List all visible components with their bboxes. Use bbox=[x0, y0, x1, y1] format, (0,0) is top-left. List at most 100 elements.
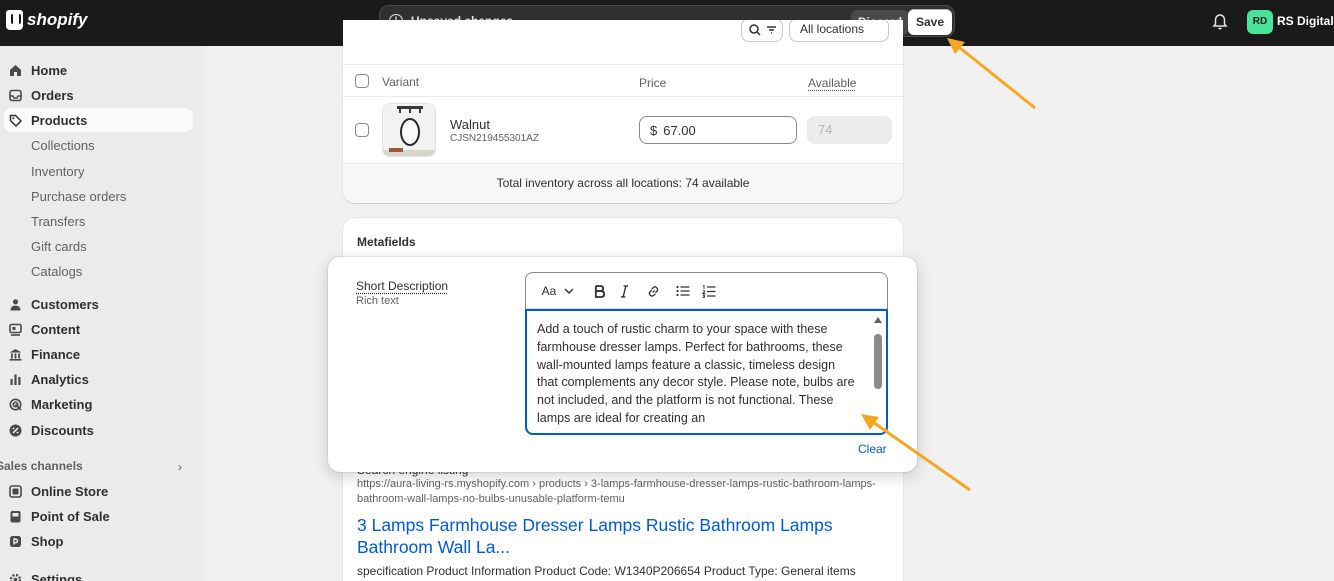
shop-icon bbox=[10, 535, 21, 547]
metafields-title: Metafields bbox=[357, 235, 416, 249]
seo-title: 3 Lamps Farmhouse Dresser Lamps Rustic B… bbox=[357, 515, 833, 557]
italic-button[interactable] bbox=[615, 282, 633, 300]
sidebar-item-customers[interactable]: Customers bbox=[4, 292, 193, 316]
shopify-logo[interactable]: shopify bbox=[6, 10, 87, 30]
metafield-type: Rich text bbox=[356, 295, 399, 307]
avatar[interactable]: RD bbox=[1247, 10, 1273, 34]
sidebar-subitem-purchase-orders[interactable]: Purchase orders bbox=[31, 186, 126, 206]
variant-name[interactable]: Walnut bbox=[450, 117, 490, 132]
metafield-editor-popup: Short Description Rich text Aa Add a tou… bbox=[328, 257, 917, 472]
select-all-checkbox[interactable] bbox=[355, 74, 369, 88]
sidebar-item-label: Shop bbox=[31, 533, 64, 549]
link-icon bbox=[648, 285, 658, 297]
sidebar-item-shop[interactable]: Shop bbox=[4, 529, 193, 553]
sidebar-item-label: Settings bbox=[31, 571, 83, 581]
column-header-variant: Variant bbox=[382, 75, 420, 89]
sidebar-item-label: Customers bbox=[31, 296, 99, 312]
wall-lamp-image bbox=[383, 104, 435, 156]
discount-icon bbox=[9, 424, 22, 436]
sidebar-item-home[interactable]: Home bbox=[4, 58, 193, 82]
sidebar-subitem-catalogs[interactable]: Catalogs bbox=[31, 261, 82, 281]
price-value: 67.00 bbox=[663, 122, 696, 138]
sidebar-item-online-store[interactable]: Online Store bbox=[4, 479, 193, 503]
arrow-to-save-icon bbox=[947, 38, 1036, 110]
variant-thumbnail[interactable] bbox=[382, 103, 436, 157]
numbered-list-icon bbox=[702, 284, 716, 298]
sidebar-subitem-inventory[interactable]: Inventory bbox=[31, 161, 84, 181]
sidebar-item-content[interactable]: Content bbox=[4, 317, 193, 341]
available-input: 74 bbox=[807, 116, 892, 144]
sidebar-item-analytics[interactable]: Analytics bbox=[4, 367, 193, 391]
scroll-up-arrow-icon[interactable] bbox=[874, 317, 882, 323]
pos-icon bbox=[10, 510, 21, 522]
sidebar-subitem-gift-cards[interactable]: Gift cards bbox=[31, 236, 87, 256]
sidebar-item-label: Orders bbox=[31, 87, 74, 103]
location-filter-button[interactable]: All locations bbox=[789, 20, 889, 42]
link-button[interactable] bbox=[644, 282, 662, 300]
variants-card: All locations Variant Price Available Wa… bbox=[343, 20, 903, 203]
home-icon bbox=[10, 64, 21, 76]
text-format-dropdown[interactable]: Aa bbox=[538, 282, 578, 300]
sidebar-item-settings[interactable]: Settings bbox=[4, 567, 193, 581]
chevron-right-icon[interactable]: › bbox=[178, 460, 182, 474]
person-icon bbox=[10, 298, 21, 310]
sidebar-item-discounts[interactable]: Discounts bbox=[4, 418, 193, 442]
sidebar-item-label: Discounts bbox=[31, 422, 94, 438]
metafield-name[interactable]: Short Description bbox=[356, 279, 448, 293]
sidebar-item-label: Point of Sale bbox=[31, 508, 110, 524]
sidebar-item-label: Marketing bbox=[31, 396, 93, 412]
clear-link[interactable]: Clear bbox=[858, 442, 887, 456]
column-header-available[interactable]: Available bbox=[808, 76, 856, 90]
search-filter-button[interactable] bbox=[741, 20, 783, 42]
bullet-list-button[interactable] bbox=[674, 282, 692, 300]
sales-channels-label[interactable]: Sales channels bbox=[0, 459, 83, 473]
variants-table-header: Variant Price Available bbox=[343, 64, 903, 97]
editor-toolbar: Aa bbox=[526, 273, 887, 309]
currency-symbol: $ bbox=[650, 122, 658, 138]
row-checkbox[interactable] bbox=[355, 123, 369, 137]
seo-url: https://aura-living-rs.myshopify.com › p… bbox=[357, 478, 876, 505]
sidebar-item-point-of-sale[interactable]: Point of Sale bbox=[4, 504, 193, 528]
bold-button[interactable] bbox=[590, 282, 608, 300]
scrollbar-thumb[interactable] bbox=[874, 334, 882, 389]
sidebar-item-label: Content bbox=[31, 321, 81, 337]
rich-text-editor: Aa Add a touch of rustic charm to your s… bbox=[525, 272, 888, 435]
bullet-list-icon bbox=[676, 285, 690, 297]
sidebar-subitem-transfers[interactable]: Transfers bbox=[31, 211, 85, 231]
chevron-down-icon bbox=[564, 288, 574, 294]
sidebar-item-finance[interactable]: Finance bbox=[4, 342, 193, 366]
store-icon bbox=[9, 484, 22, 498]
price-input[interactable]: $ 67.00 bbox=[639, 116, 797, 144]
rich-text-input[interactable]: Add a touch of rustic charm to your spac… bbox=[525, 309, 888, 435]
sidebar-subitem-collections[interactable]: Collections bbox=[31, 135, 95, 155]
sidebar-item-products[interactable]: Products bbox=[4, 108, 193, 132]
bell-icon[interactable] bbox=[1212, 13, 1228, 31]
save-button[interactable]: Save bbox=[908, 9, 953, 35]
shopify-bag-icon bbox=[6, 10, 23, 30]
sidebar-item-label: Online Store bbox=[31, 483, 109, 499]
sidebar-item-label: Finance bbox=[31, 346, 81, 362]
inbox-icon bbox=[9, 89, 22, 101]
italic-icon bbox=[620, 284, 628, 298]
target-icon bbox=[9, 398, 22, 411]
bank-icon bbox=[9, 348, 22, 361]
tag-icon bbox=[9, 114, 22, 127]
sidebar-item-marketing[interactable]: Marketing bbox=[4, 392, 193, 416]
sidebar-item-label: Home bbox=[31, 62, 68, 78]
column-header-price: Price bbox=[639, 76, 667, 90]
sidebar-item-orders[interactable]: Orders bbox=[4, 83, 193, 107]
total-inventory-text: Total inventory across all locations: 74… bbox=[343, 164, 903, 203]
search-icon bbox=[749, 24, 776, 36]
content-icon bbox=[9, 323, 22, 336]
short-description-text[interactable]: Add a touch of rustic charm to your spac… bbox=[537, 321, 859, 428]
bold-icon bbox=[594, 284, 605, 298]
seo-description: specification Product Information Produc… bbox=[357, 564, 856, 578]
location-filter-label: All locations bbox=[800, 22, 865, 36]
bar-chart-icon bbox=[10, 374, 21, 385]
table-row[interactable]: Walnut CJSN219455301AZ $ 67.00 74 bbox=[343, 97, 903, 164]
logo-text: shopify bbox=[27, 10, 88, 29]
sidebar-item-label: Products bbox=[31, 112, 88, 128]
numbered-list-button[interactable] bbox=[700, 282, 718, 300]
text-format-label: Aa bbox=[541, 284, 557, 298]
store-name[interactable]: RS Digitals bbox=[1277, 14, 1334, 28]
